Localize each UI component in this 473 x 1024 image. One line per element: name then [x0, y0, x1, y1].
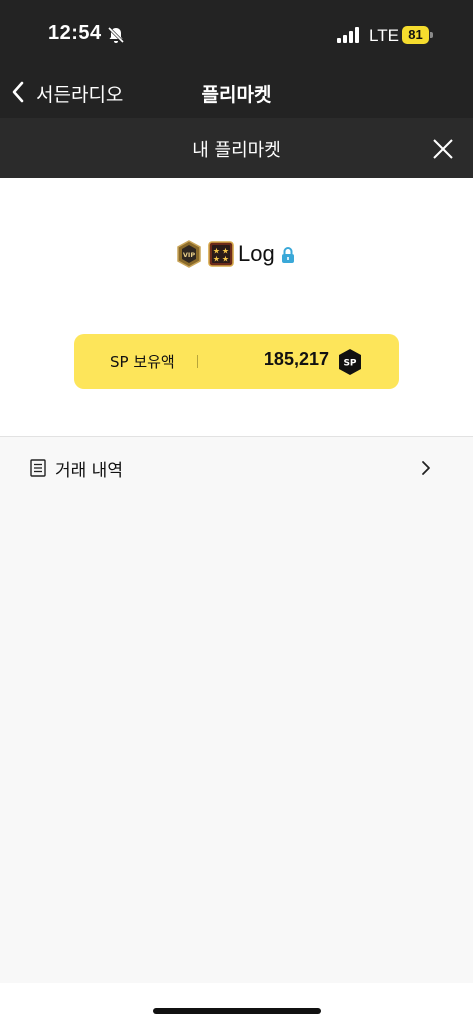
username: Log — [238, 241, 275, 266]
network-label: LTE — [369, 26, 399, 45]
profile-card: VIP ★ ★ ★ ★ Log SP 보유액 185,217 SP — [0, 178, 473, 437]
battery-level: 81 — [402, 26, 429, 44]
home-indicator[interactable] — [153, 1008, 321, 1014]
sp-coin-icon: SP — [339, 349, 361, 375]
balance-divider — [197, 355, 198, 368]
bell-muted-icon — [107, 26, 125, 44]
battery-tip — [430, 32, 433, 38]
sub-header-title: 내 플리마켓 — [192, 140, 281, 161]
transaction-history-label: 거래 내역 — [55, 461, 123, 481]
sub-header: 내 플리마켓 — [0, 118, 473, 178]
signal-icon — [337, 27, 359, 43]
rank-stars-badge-icon: ★ ★ ★ ★ — [208, 241, 234, 267]
sp-balance-label: SP 보유액 — [110, 353, 175, 371]
status-bar: 12:54 LTE 81 — [0, 0, 473, 68]
page-title: 플리마켓 — [201, 84, 272, 106]
vip-badge-icon: VIP — [177, 240, 201, 268]
svg-text:★: ★ — [222, 255, 229, 264]
sp-balance-value: 185,217 — [263, 349, 329, 369]
transaction-history-row[interactable]: 거래 내역 — [0, 437, 473, 497]
bottom-safe-area — [0, 983, 473, 1024]
nav-bar: 서든라디오 플리마켓 — [0, 68, 473, 118]
svg-text:★: ★ — [213, 255, 220, 264]
sp-balance-box: SP 보유액 185,217 SP — [74, 334, 399, 389]
sp-coin-text: SP — [343, 359, 356, 369]
battery-icon: 81 — [402, 26, 433, 44]
close-icon[interactable] — [432, 138, 454, 160]
chevron-right-icon — [422, 461, 430, 475]
profile-row: VIP ★ ★ ★ ★ Log — [176, 238, 295, 270]
lock-icon — [281, 247, 294, 263]
vip-badge-text: VIP — [183, 251, 195, 259]
document-list-icon — [30, 459, 46, 477]
status-time: 12:54 — [48, 22, 102, 44]
